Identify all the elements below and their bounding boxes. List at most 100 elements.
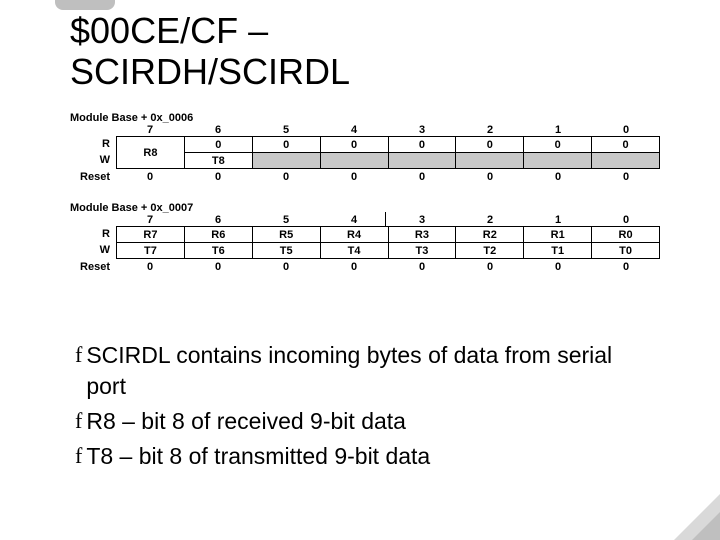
- cell-shaded: [592, 153, 660, 169]
- bullet-text: R8 – bit 8 of received 9-bit data: [86, 406, 406, 437]
- register-grid-2: R7 R6 R5 R4 R3 R2 R1 R0 T7 T6 T5 T4 T3 T…: [116, 226, 660, 259]
- bit-num: 2: [456, 124, 524, 136]
- cell: 0: [456, 137, 524, 153]
- bit-num: 4: [320, 124, 388, 136]
- r-label: R: [70, 226, 116, 242]
- reset-val: 0: [252, 171, 320, 183]
- slide-tab: [55, 0, 115, 10]
- reset-val: 0: [116, 171, 184, 183]
- cell: T7: [117, 243, 185, 259]
- page-title: $00CE/CF – SCIRDH/SCIRDL: [70, 10, 350, 93]
- cell: R1: [524, 227, 592, 243]
- cell: R4: [320, 227, 388, 243]
- bullet-text: T8 – bit 8 of transmitted 9-bit data: [86, 441, 430, 472]
- cell: 0: [184, 137, 252, 153]
- cell: R3: [388, 227, 456, 243]
- cell-r8: R8: [117, 137, 185, 169]
- module-base-1: Module Base + 0x_0006: [70, 112, 660, 124]
- bit-num: 1: [524, 124, 592, 136]
- bit-header-1: 7 6 5 4 3 2 1 0: [116, 124, 660, 136]
- title-line-2: SCIRDH/SCIRDL: [70, 51, 350, 92]
- reset-val: 0: [524, 261, 592, 273]
- cell-shaded: [524, 153, 592, 169]
- bit-num: 4: [320, 214, 388, 226]
- reset-val: 0: [456, 171, 524, 183]
- cell-text: R8: [143, 147, 157, 159]
- bullet-text: SCIRDL contains incoming bytes of data f…: [86, 340, 655, 402]
- bit-num: 6: [184, 124, 252, 136]
- cell: 0: [388, 137, 456, 153]
- register-figure-scirdh: Module Base + 0x_0006 7 6 5 4 3 2 1 0 R …: [70, 112, 660, 183]
- reset-val: 0: [184, 261, 252, 273]
- reset-val: 0: [252, 261, 320, 273]
- rw-labels-1: R W: [70, 136, 116, 169]
- bit-num: 6: [184, 214, 252, 226]
- reset-val: 0: [592, 171, 660, 183]
- bit-num-text: 3: [419, 214, 425, 226]
- bit-num: 7: [116, 124, 184, 136]
- cell: T5: [252, 243, 320, 259]
- cell: T2: [456, 243, 524, 259]
- bullet-item: f SCIRDL contains incoming bytes of data…: [75, 340, 655, 402]
- bit-num: 5: [252, 124, 320, 136]
- bit-header-2: 7 6 5 4 3 2 1 0: [116, 214, 660, 226]
- cell: T4: [320, 243, 388, 259]
- tick-mark: [385, 212, 386, 226]
- reset-label: Reset: [70, 261, 116, 273]
- bullet-list: f SCIRDL contains incoming bytes of data…: [75, 340, 655, 476]
- cell: R6: [184, 227, 252, 243]
- bullet-item: f T8 – bit 8 of transmitted 9-bit data: [75, 441, 655, 472]
- bit-num: 3: [388, 214, 456, 226]
- bit-num: 5: [252, 214, 320, 226]
- bit-num: 0: [592, 124, 660, 136]
- cell-shaded: [456, 153, 524, 169]
- cell-t8: T8: [184, 153, 252, 169]
- cell: T3: [388, 243, 456, 259]
- reset-val: 0: [184, 171, 252, 183]
- bit-num: 1: [524, 214, 592, 226]
- rw-labels-2: R W: [70, 226, 116, 259]
- reset-val: 0: [388, 171, 456, 183]
- w-label: W: [70, 152, 116, 168]
- register-figure-scirdl: Module Base + 0x_0007 7 6 5 4 3 2 1 0 R …: [70, 202, 660, 273]
- bit-num: 7: [116, 214, 184, 226]
- bullet-item: f R8 – bit 8 of received 9-bit data: [75, 406, 655, 437]
- reset-val: 0: [320, 171, 388, 183]
- bit-num: 0: [592, 214, 660, 226]
- bit-num: 3: [388, 124, 456, 136]
- spacer: [70, 214, 116, 226]
- bit-num: 2: [456, 214, 524, 226]
- reset-row-1: Reset 0 0 0 0 0 0 0 0: [70, 171, 660, 183]
- reset-val: 0: [592, 261, 660, 273]
- cell: 0: [592, 137, 660, 153]
- cell: R0: [592, 227, 660, 243]
- title-line-1: $00CE/CF –: [70, 10, 268, 51]
- register-grid-1: R8 0 0 0 0 0 0 0 T8: [116, 136, 660, 169]
- bullet-marker: f: [75, 441, 82, 472]
- cell: T0: [592, 243, 660, 259]
- cell: R2: [456, 227, 524, 243]
- cell: R7: [117, 227, 185, 243]
- reset-val: 0: [320, 261, 388, 273]
- reset-val: 0: [456, 261, 524, 273]
- cell: 0: [252, 137, 320, 153]
- reset-label: Reset: [70, 171, 116, 183]
- bullet-marker: f: [75, 340, 82, 402]
- cell-shaded: [252, 153, 320, 169]
- cell: R5: [252, 227, 320, 243]
- cell: T6: [184, 243, 252, 259]
- cell-shaded: [320, 153, 388, 169]
- cell: 0: [320, 137, 388, 153]
- reset-val: 0: [116, 261, 184, 273]
- r-label: R: [70, 136, 116, 152]
- w-label: W: [70, 242, 116, 258]
- cell: T1: [524, 243, 592, 259]
- spacer: [70, 124, 116, 136]
- module-base-2: Module Base + 0x_0007: [70, 202, 660, 214]
- page-curl-icon: [674, 494, 720, 540]
- bullet-marker: f: [75, 406, 82, 437]
- cell: 0: [524, 137, 592, 153]
- reset-val: 0: [524, 171, 592, 183]
- cell-shaded: [388, 153, 456, 169]
- reset-val: 0: [388, 261, 456, 273]
